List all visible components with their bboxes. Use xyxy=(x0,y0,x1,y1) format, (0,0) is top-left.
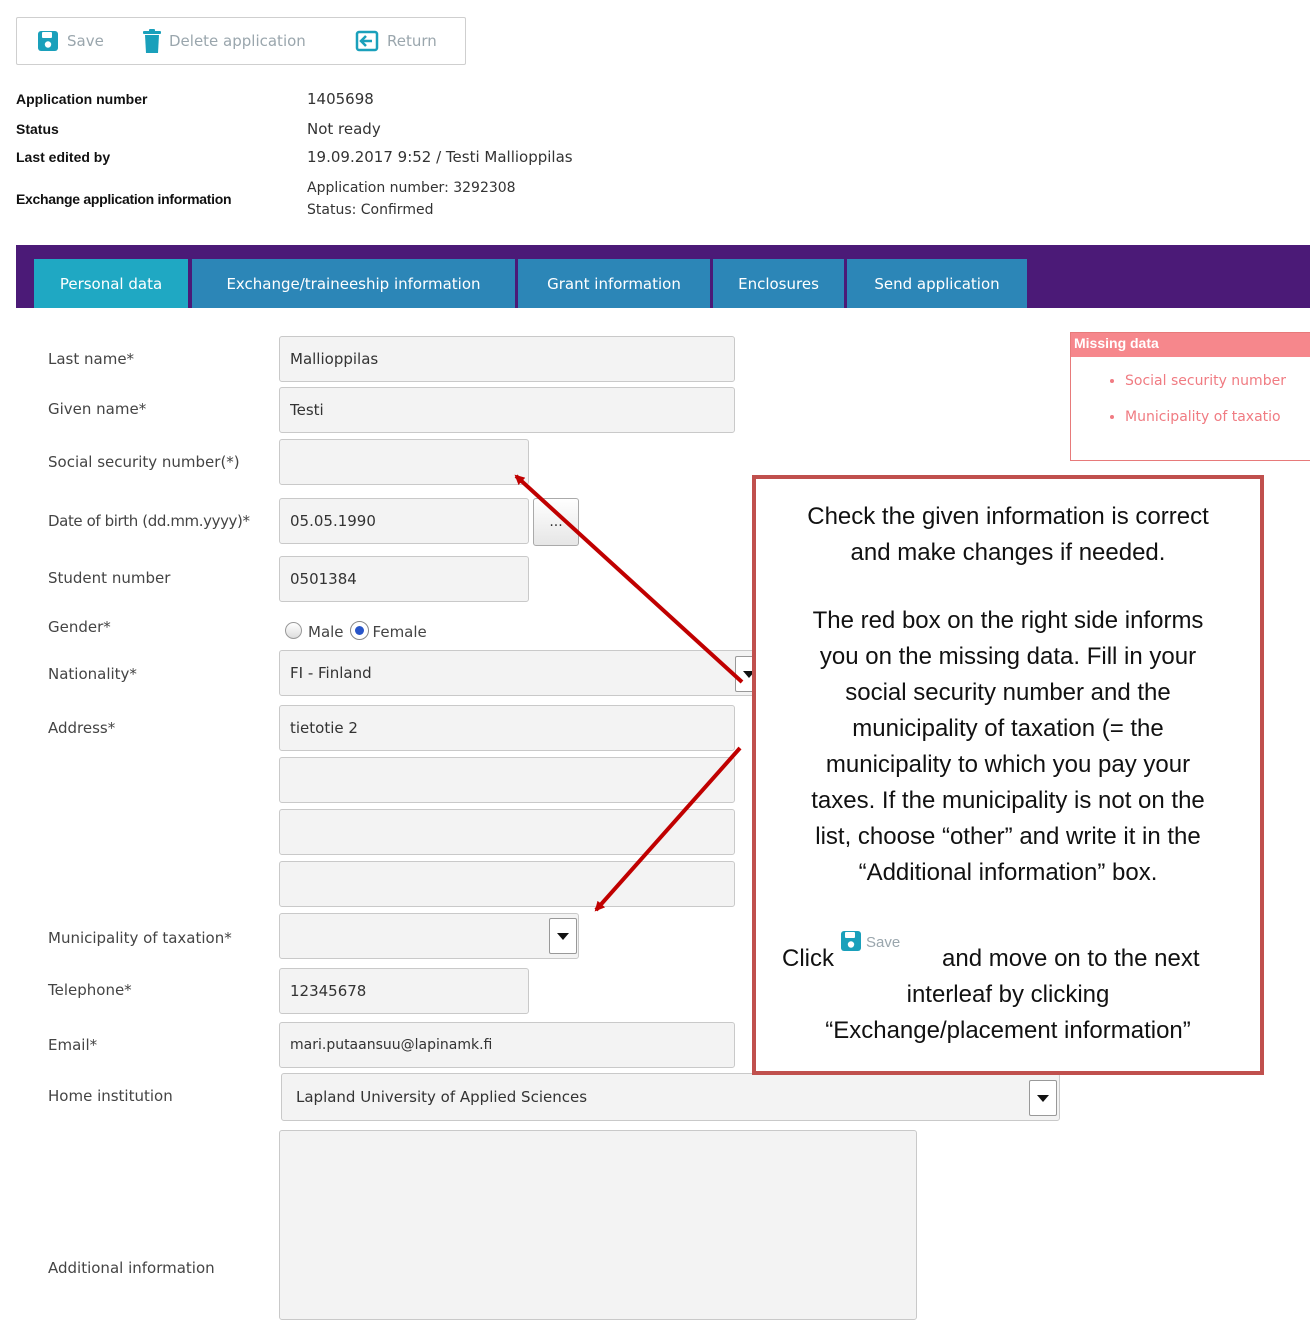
callout-save-word: Save xyxy=(866,934,901,951)
instruction-callout: Check the given information is correct a… xyxy=(752,475,1264,1075)
callout-line: Check the given information is correct xyxy=(807,503,1209,530)
callout-line: you on the missing data. Fill in your xyxy=(819,643,1197,670)
callout-line: social security number and the xyxy=(845,679,1171,706)
callout-line: and make changes if needed. xyxy=(850,539,1166,566)
callout-line: municipality of taxation (= the xyxy=(852,715,1164,742)
arrow-to-ssn xyxy=(514,474,744,684)
callout-line: list, choose “other” and write it in the xyxy=(815,823,1201,850)
floppy-disk-icon xyxy=(841,931,861,951)
callout-line: and move on to the next xyxy=(942,945,1200,972)
callout-line: interleaf by clicking xyxy=(906,981,1110,1008)
callout-click-line: Click Save and move on to the next xyxy=(756,931,1260,972)
callout-line: The red box on the right side informs xyxy=(812,607,1204,634)
callout-line: taxes. If the municipality is not on the xyxy=(811,787,1205,814)
arrow-to-municipality xyxy=(594,746,742,912)
callout-line: “Additional information” box. xyxy=(858,859,1158,886)
callout-line: municipality to which you pay your xyxy=(825,751,1191,778)
callout-click-word: Click xyxy=(782,945,834,972)
callout-line: “Exchange/placement information” xyxy=(825,1017,1191,1044)
